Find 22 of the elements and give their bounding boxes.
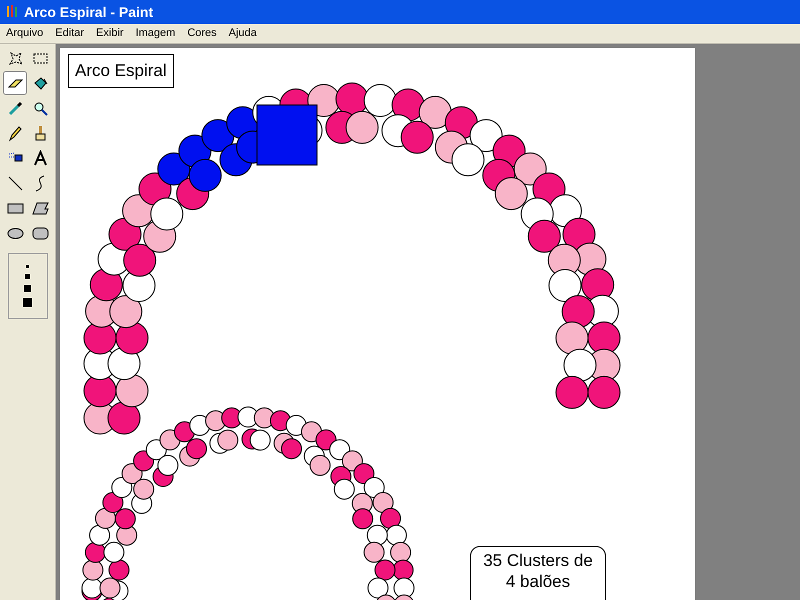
size-selector[interactable] — [8, 253, 48, 319]
tool-button[interactable] — [3, 71, 27, 95]
paint-brushes-icon — [4, 4, 20, 20]
canvas-title-label: Arco Espiral — [68, 54, 174, 88]
window-title: Arco Espiral - Paint — [24, 2, 154, 22]
pencil-icon — [6, 124, 24, 142]
magnifier-icon — [32, 100, 48, 116]
eyedropper-icon — [6, 100, 24, 116]
menu-item[interactable]: Arquivo — [0, 25, 50, 42]
menu-item[interactable]: Imagem — [130, 25, 182, 42]
paint-bucket-icon — [32, 74, 48, 92]
menu-item[interactable]: Ajuda — [222, 25, 263, 42]
free-select-icon — [6, 50, 24, 66]
line-icon — [6, 174, 24, 192]
menu-item[interactable]: Exibir — [90, 25, 130, 42]
cluster-note: 35 Clusters de 4 balões — [470, 546, 606, 600]
menu-item[interactable]: Cores — [181, 25, 223, 42]
rounded-rectangle-icon — [32, 224, 48, 242]
menu-item[interactable]: Editar — [49, 25, 90, 42]
drawing-canvas[interactable]: Arco Espiral 35 Clusters de 4 balões — [60, 48, 695, 600]
letter-icon — [32, 150, 48, 166]
polygon-icon — [32, 200, 48, 216]
